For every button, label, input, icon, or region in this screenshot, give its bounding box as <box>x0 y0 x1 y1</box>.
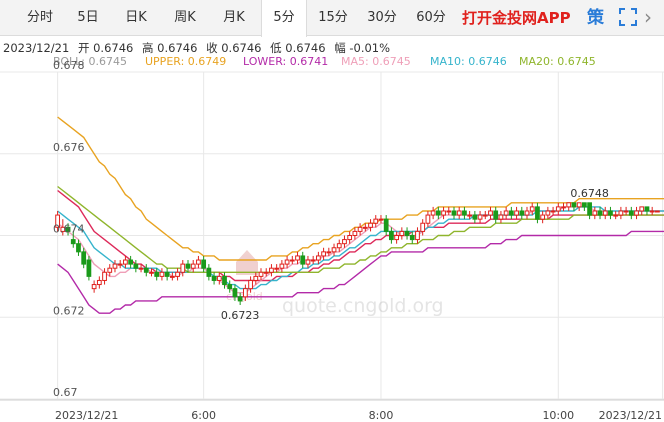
candle <box>331 243 337 256</box>
x-tick-label: 8:00 <box>369 409 394 422</box>
candle <box>608 206 613 220</box>
candle <box>634 206 639 220</box>
candle <box>86 255 92 281</box>
candle <box>592 206 598 220</box>
candle <box>639 206 645 216</box>
candle <box>519 206 525 220</box>
x-axis: 2023/12/21 6:00 8:00 10:00 2023/12/21 <box>55 409 662 422</box>
candle <box>378 215 384 224</box>
indicator-lines <box>57 116 664 314</box>
candle <box>472 210 478 224</box>
candle <box>289 255 295 265</box>
candle <box>112 260 118 273</box>
candle <box>446 206 452 216</box>
candle <box>91 280 97 293</box>
candle <box>441 206 446 220</box>
candle <box>550 206 556 216</box>
candle <box>587 202 592 220</box>
candle <box>190 260 196 273</box>
y-tick-label: 0.67 <box>53 386 78 399</box>
candle <box>623 206 629 216</box>
candle <box>206 264 212 281</box>
series-line-ma5 <box>57 206 664 294</box>
y-tick-label: 0.674 <box>53 223 85 236</box>
candle <box>415 227 420 244</box>
price-annotation: 0.6723 <box>221 309 260 322</box>
candle <box>535 202 540 224</box>
candle <box>503 206 509 220</box>
candle <box>128 255 134 269</box>
candle <box>613 210 619 220</box>
candle <box>196 255 201 269</box>
candle <box>561 202 566 211</box>
candle <box>514 206 519 220</box>
candle <box>159 268 165 281</box>
candle <box>321 247 326 261</box>
candle <box>566 202 572 211</box>
candle <box>555 202 561 216</box>
candle <box>493 206 499 224</box>
candle <box>644 206 650 216</box>
candlestick-chart[interactable]: cngold quote.cngold.org 0.670.6720.6740.… <box>0 0 664 422</box>
x-tick-label: 2023/12/21 <box>55 409 118 422</box>
candle <box>389 227 394 244</box>
candle <box>498 210 504 224</box>
candle <box>540 210 546 224</box>
candle <box>462 206 467 220</box>
candle <box>482 210 488 220</box>
candle <box>576 202 582 211</box>
candle <box>628 206 634 220</box>
candle <box>269 264 274 277</box>
y-tick-label: 0.676 <box>53 141 85 154</box>
candle <box>96 276 102 289</box>
candle <box>279 260 285 273</box>
candle <box>169 272 175 281</box>
candle <box>310 255 316 265</box>
candle <box>164 268 170 281</box>
candle <box>602 206 608 220</box>
candle <box>508 206 514 220</box>
candle <box>133 260 139 273</box>
candle <box>430 206 436 220</box>
watermark-text: quote.cngold.org <box>282 295 444 317</box>
candle <box>117 260 123 269</box>
candle <box>404 227 410 240</box>
price-annotation: 0.6748 <box>570 187 609 200</box>
candle <box>524 206 530 220</box>
y-tick-label: 0.678 <box>53 59 85 72</box>
candle <box>456 206 462 220</box>
candle <box>383 215 389 236</box>
candle <box>368 219 373 232</box>
candle <box>211 272 217 285</box>
candle <box>488 206 493 220</box>
x-tick-label: 6:00 <box>191 409 216 422</box>
candle <box>399 227 405 240</box>
candle <box>655 210 660 213</box>
candle <box>425 210 431 228</box>
candle <box>649 206 655 216</box>
candle <box>300 251 306 269</box>
candle <box>143 264 149 277</box>
candle <box>477 210 483 224</box>
candle <box>175 268 180 281</box>
x-tick-label: 10:00 <box>542 409 574 422</box>
logo-icon <box>236 250 258 275</box>
y-tick-label: 0.672 <box>53 304 85 317</box>
candle <box>581 202 587 211</box>
x-tick-label: 2023/12/21 <box>599 409 662 422</box>
candle <box>451 206 457 220</box>
candle <box>618 206 624 220</box>
